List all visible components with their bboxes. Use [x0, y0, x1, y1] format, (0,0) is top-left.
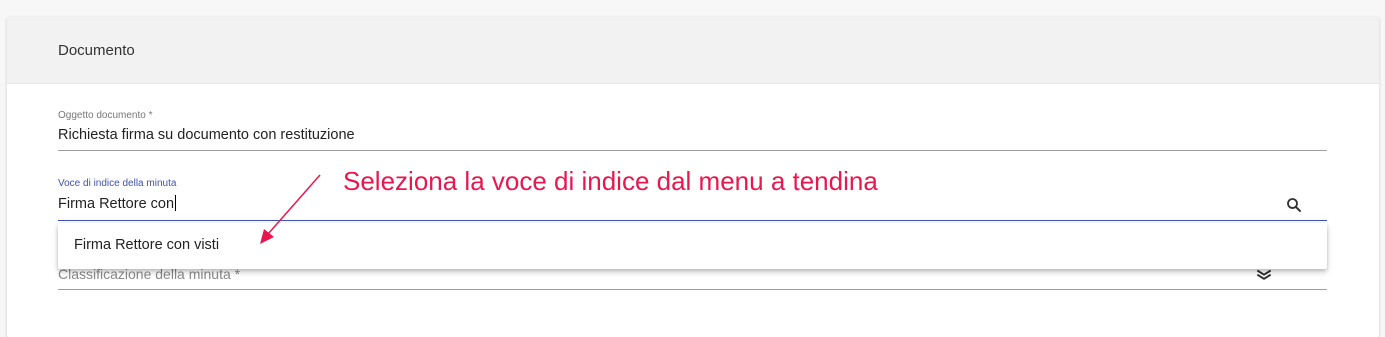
voce-indice-input-text: Firma Rettore con: [58, 196, 175, 212]
classificazione-underline: [58, 289, 1327, 290]
search-icon[interactable]: [1285, 196, 1303, 214]
card-header: Documento: [7, 17, 1379, 84]
text-caret: [175, 195, 177, 211]
dropdown-option-firma-rettore-con-visti[interactable]: Firma Rettore con visti: [74, 237, 219, 253]
autocomplete-dropdown: Firma Rettore con visti: [58, 223, 1327, 269]
oggetto-documento-input[interactable]: Richiesta firma su documento con restitu…: [58, 127, 355, 143]
card-title: Documento: [58, 42, 135, 59]
oggetto-documento-label: Oggetto documento *: [58, 110, 153, 121]
annotation-text: Seleziona la voce di indice dal menu a t…: [343, 166, 878, 196]
voce-indice-label: Voce di indice della minuta: [58, 178, 177, 189]
voce-indice-underline: [58, 220, 1327, 221]
oggetto-documento-field[interactable]: Oggetto documento * Richiesta firma su d…: [58, 110, 1327, 154]
voce-indice-input[interactable]: Firma Rettore con: [58, 195, 177, 212]
oggetto-documento-underline: [58, 150, 1327, 151]
